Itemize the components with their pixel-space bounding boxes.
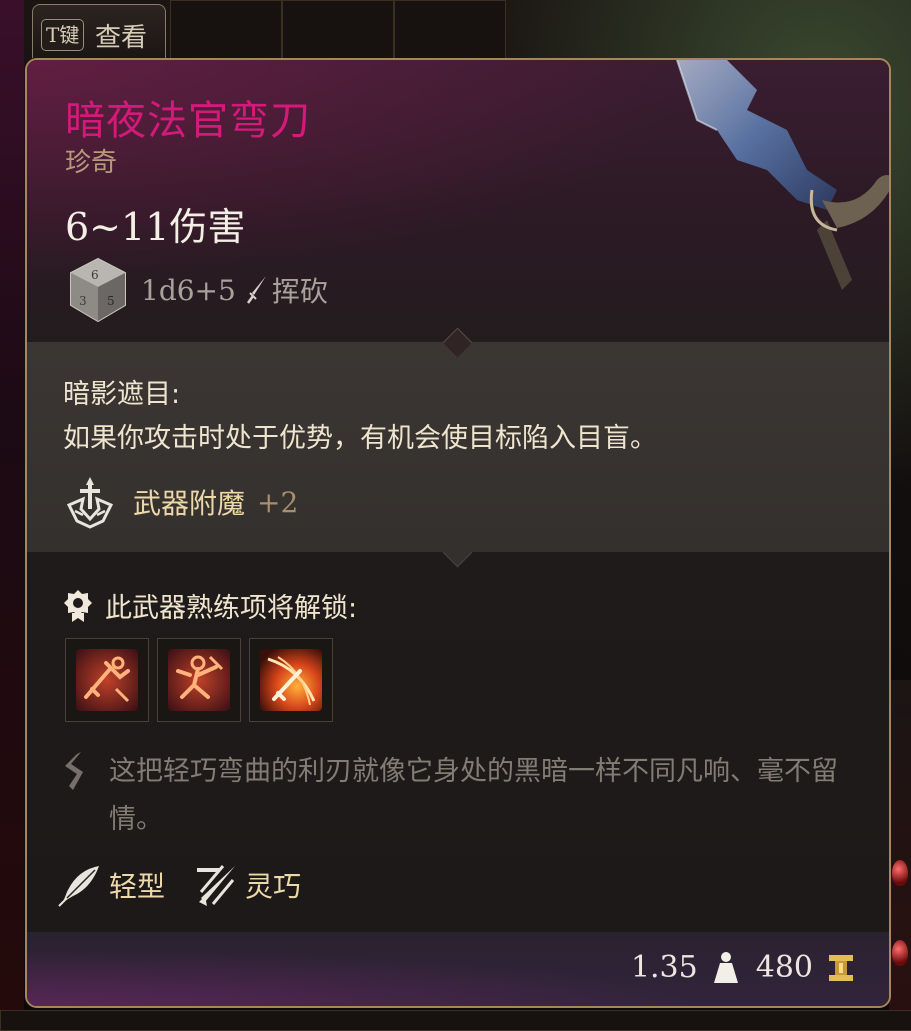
action-slot[interactable] xyxy=(249,638,333,722)
gold-coin-icon xyxy=(827,953,855,983)
right-hud-strip xyxy=(889,680,911,1029)
proficiency-badge-icon xyxy=(63,589,93,623)
slash-action-icon xyxy=(260,649,322,711)
damage-type: 挥砍 xyxy=(272,270,328,310)
lore-quill-icon xyxy=(63,750,93,794)
left-hud-strip xyxy=(0,0,24,1029)
finesse-icon xyxy=(193,862,239,908)
scimitar-artwork-icon xyxy=(637,58,891,320)
examine-hint-tab[interactable]: T键 查看 xyxy=(32,4,166,58)
item-weight: 1.35 xyxy=(631,950,698,985)
flourish-action-icon xyxy=(168,649,230,711)
hotbar-strip xyxy=(0,1010,911,1031)
weapon-enchantment-icon xyxy=(63,475,117,529)
inventory-slot[interactable] xyxy=(170,0,282,60)
examine-hint-label: 查看 xyxy=(95,17,147,54)
item-value: 480 xyxy=(756,950,813,985)
slashing-icon xyxy=(246,275,268,305)
t-key-icon: T键 xyxy=(41,19,84,51)
damage-dice-row: 6 3 5 1d6+5 挥砍 xyxy=(67,256,328,324)
feather-icon xyxy=(57,862,103,908)
lacerate-action-icon xyxy=(76,649,138,711)
item-name: 暗夜法官弯刀 xyxy=(65,88,311,146)
proficiency-header: 此武器熟练项将解锁: xyxy=(63,586,357,625)
svg-text:6: 6 xyxy=(91,268,99,282)
item-rarity: 珍奇 xyxy=(65,142,117,179)
unlocked-actions xyxy=(65,638,333,722)
action-slot[interactable] xyxy=(157,638,241,722)
weight-icon xyxy=(712,951,740,985)
enchantment-row: 武器附魔 +2 xyxy=(63,474,298,530)
enchantment-label: 武器附魔 xyxy=(133,482,245,522)
ability-title: 暗影遮目: xyxy=(63,372,180,411)
health-gem-icon xyxy=(892,860,908,886)
property-finesse: 灵巧 xyxy=(245,865,301,905)
lore-text: 这把轻巧弯曲的利刃就像它身处的黑暗一样不同凡响、毫不留情。 xyxy=(109,748,853,844)
weapon-properties: 轻型 灵巧 xyxy=(57,862,329,908)
lore-row: 这把轻巧弯曲的利刃就像它身处的黑暗一样不同凡响、毫不留情。 xyxy=(63,748,853,844)
ability-description: 如果你攻击时处于优势，有机会使目标陷入目盲。 xyxy=(63,416,657,455)
d6-dice-icon: 6 3 5 xyxy=(67,257,129,323)
damage-dice: 1d6+5 xyxy=(141,274,236,307)
action-slot[interactable] xyxy=(65,638,149,722)
damage-range: 6~11伤害 xyxy=(65,196,245,251)
svg-text:3: 3 xyxy=(79,294,87,308)
item-stats-footer: 1.35 480 xyxy=(631,950,855,985)
inventory-slot[interactable] xyxy=(394,0,506,60)
svg-text:5: 5 xyxy=(107,294,115,308)
item-tooltip: 暗夜法官弯刀 珍奇 6~11伤害 6 3 5 1d6+5 挥砍 暗影遮目: 如果… xyxy=(25,58,891,1008)
enchantment-value: +2 xyxy=(257,486,298,519)
proficiency-label: 此武器熟练项将解锁: xyxy=(105,586,357,625)
health-gem-icon xyxy=(892,940,908,966)
inventory-slot[interactable] xyxy=(282,0,394,60)
property-light: 轻型 xyxy=(109,865,165,905)
